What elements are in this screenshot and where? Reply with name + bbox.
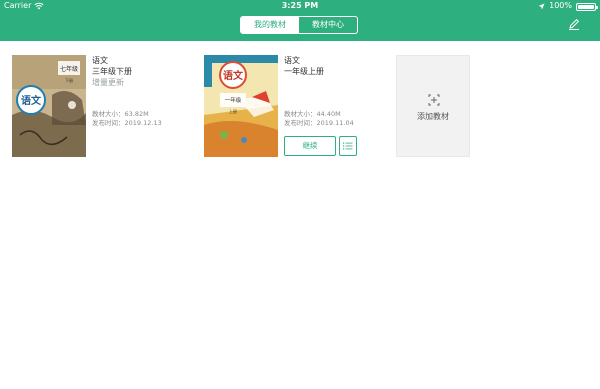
cover-grade-text: 一年级 bbox=[225, 96, 242, 104]
book-cover-image[interactable]: 语文 七年级 下册 bbox=[12, 55, 86, 157]
plus-square-icon bbox=[428, 94, 440, 106]
pencil-icon[interactable] bbox=[567, 17, 581, 31]
book-cover-image[interactable]: 语文 一年级 上册 bbox=[204, 55, 278, 157]
battery-fill bbox=[578, 5, 594, 9]
book-grade: 三年级下册 bbox=[92, 67, 132, 76]
cover-title-text: 语文 bbox=[21, 94, 42, 107]
book-publish-date: 发布时间：2019.11.04 bbox=[284, 119, 354, 127]
add-textbook-label: 添加教材 bbox=[417, 112, 449, 121]
status-right: 100% bbox=[538, 0, 598, 12]
tab-textbook-center[interactable]: 教材中心 bbox=[299, 17, 357, 33]
add-textbook-card[interactable]: 添加教材 bbox=[396, 55, 470, 157]
book-grade: 一年级上册 bbox=[284, 67, 324, 76]
book-subject: 语文 bbox=[284, 56, 300, 65]
tab-switcher: 我的教材 教材中心 bbox=[240, 16, 358, 34]
book-info: 语文 一年级上册 bbox=[284, 55, 374, 77]
book-size: 教材大小：44.40M bbox=[284, 110, 341, 118]
book-info: 语文 三年级下册 增量更新 bbox=[92, 55, 182, 88]
list-button[interactable] bbox=[339, 136, 357, 156]
location-arrow-icon bbox=[538, 3, 545, 9]
battery-icon bbox=[576, 3, 598, 11]
book-update-status[interactable]: 增量更新 bbox=[92, 77, 182, 88]
continue-button[interactable]: 继续 bbox=[284, 136, 336, 156]
tab-my-textbooks[interactable]: 我的教材 bbox=[241, 17, 299, 33]
top-bar: Carrier 3:25 PM 100% 我的教材 教材中心 bbox=[0, 0, 600, 41]
book-subject: 语文 bbox=[92, 56, 108, 65]
cover-volume-text: 下册 bbox=[65, 78, 73, 83]
cover-volume-text: 上册 bbox=[229, 108, 237, 114]
status-time: 3:25 PM bbox=[281, 1, 319, 10]
cover-title-text: 语文 bbox=[223, 69, 244, 82]
book-size: 教材大小：63.82M bbox=[92, 110, 149, 118]
battery-percent: 100% bbox=[549, 1, 572, 10]
book-publish-date: 发布时间：2019.12.13 bbox=[92, 119, 162, 127]
list-icon bbox=[343, 142, 353, 150]
status-bar: Carrier 3:25 PM 100% bbox=[0, 0, 600, 12]
cover-grade-text: 七年级 bbox=[60, 65, 78, 73]
